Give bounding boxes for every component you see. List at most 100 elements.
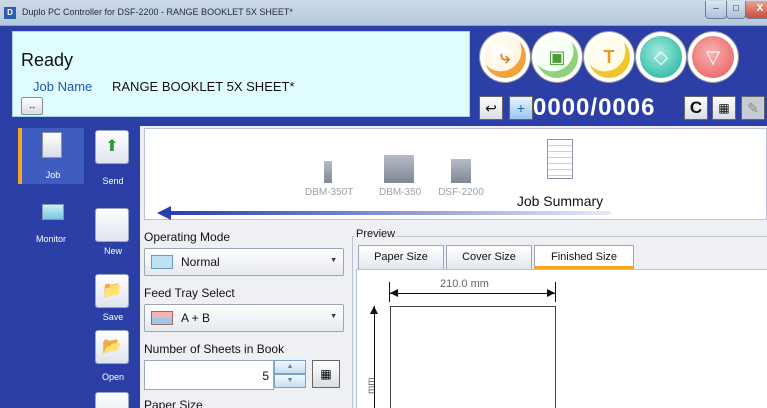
chevron-down-icon: ▼ [330, 313, 337, 320]
status-text: Ready [21, 50, 74, 70]
device-label: DBM-350 [379, 187, 422, 198]
chevron-up-icon: ▲ [286, 363, 294, 370]
job-name-value: RANGE BOOKLET 5X SHEET* [112, 79, 295, 94]
new-label: New [103, 246, 122, 256]
device-chain-panel: DBM-350T DBM-350 DSF-2200 Job Summary [144, 128, 767, 220]
nav-label-monitor: Monitor [35, 234, 66, 244]
feed-tray-value: A + B [181, 311, 211, 325]
dbm-350-device-icon [384, 155, 414, 183]
reset-arrow-button[interactable]: ↔ [21, 97, 43, 115]
operating-mode-select[interactable]: Normal ▼ [144, 248, 344, 276]
operating-mode-value: Normal [181, 255, 220, 269]
sheets-decrease-button[interactable]: ▼ [274, 374, 306, 388]
sheets-in-book-value: 5 [262, 369, 269, 383]
title-bar: D Duplo PC Controller for DSF-2200 - RAN… [0, 0, 767, 26]
device-label: DSF-2200 [438, 187, 484, 198]
sheets-in-book-input[interactable]: 5 [144, 360, 274, 390]
more-tool-button[interactable] [88, 392, 138, 408]
feed-tray-icon [151, 311, 173, 325]
edit-button[interactable]: ✎ [741, 96, 765, 120]
feed-path-icon: ⤷ [499, 47, 511, 67]
clear-button[interactable]: C [684, 96, 708, 120]
width-dimension-label: 210.0 mm [440, 278, 489, 290]
open-label: Open [101, 372, 125, 382]
send-upload-icon: ⬆ [95, 130, 129, 164]
dbm-350t-device-icon [324, 161, 332, 183]
minimize-button[interactable]: – [705, 1, 727, 19]
test-t-label: T [603, 47, 615, 67]
counter-current: 0000 [533, 94, 591, 121]
save-folder-icon: 📁 [95, 274, 129, 308]
dsf-2200-device-icon [451, 159, 471, 183]
dimension-tick [555, 282, 556, 302]
test-sheet-icon: ▣ [548, 47, 566, 67]
chevron-down-icon: ▼ [286, 377, 294, 384]
sheets-increase-button[interactable]: ▲ [274, 360, 306, 374]
operating-mode-label: Operating Mode [144, 230, 231, 244]
preview-title: Preview [354, 228, 398, 240]
device-dbm-350t[interactable]: DBM-350T [305, 155, 354, 198]
more-tool-icon [95, 392, 129, 408]
main-content: DBM-350T DBM-350 DSF-2200 Job Summary Op… [140, 126, 767, 408]
job-document-icon [42, 132, 62, 158]
return-button[interactable]: ↩ [479, 96, 503, 120]
send-button[interactable]: ⬆ Send [88, 130, 138, 186]
counter-separator: / [590, 94, 599, 121]
app-window: D Duplo PC Controller for DSF-2200 - RAN… [0, 0, 767, 408]
flow-arrow-icon [157, 206, 611, 220]
header-bar: Ready Job Name RANGE BOOKLET 5X SHEET* ↔… [0, 26, 767, 126]
width-dimension-line [390, 289, 555, 297]
open-folder-icon: 📂 [95, 330, 129, 364]
keypad-icon: ▦ [320, 367, 332, 381]
normal-mode-icon [151, 255, 173, 269]
feed-tray-select[interactable]: A + B ▼ [144, 304, 344, 332]
monitor-icon [42, 204, 64, 220]
plus-icon: + [516, 100, 526, 116]
test-button[interactable]: T [584, 32, 634, 82]
counter-display: 0000/0006 [533, 94, 655, 122]
chevron-down-icon: ▼ [330, 257, 337, 264]
job-summary-document-icon [547, 139, 573, 179]
save-label: Save [102, 312, 124, 322]
counter-total: 0006 [598, 94, 656, 121]
device-dbm-350[interactable]: DBM-350 [379, 155, 422, 198]
pencil-icon: ✎ [747, 100, 759, 116]
device-label: DBM-350T [305, 187, 354, 198]
tab-cover-size[interactable]: Cover Size [446, 245, 532, 269]
feed-path-button[interactable]: ⤷ [480, 32, 530, 82]
job-name-label: Job Name [33, 79, 93, 94]
open-button[interactable]: 📂 Open [88, 330, 138, 382]
height-dimension-label: mm [366, 377, 377, 394]
app-logo-icon: D [4, 7, 16, 19]
start-icon: ◇ [654, 47, 668, 67]
job-summary-item[interactable]: Job Summary [505, 139, 615, 209]
increment-button[interactable]: + [509, 96, 533, 120]
job-summary-label: Job Summary [516, 193, 604, 209]
sheets-keypad-button[interactable]: ▦ [312, 360, 340, 388]
send-label: Send [102, 176, 124, 186]
test-sheet-button[interactable]: ▣ [532, 32, 582, 82]
paper-preview [390, 306, 556, 408]
nav-item-monitor[interactable]: Monitor [18, 198, 84, 248]
device-dsf-2200[interactable]: DSF-2200 [437, 155, 485, 198]
keypad-button[interactable]: ▦ [712, 96, 736, 120]
save-button[interactable]: 📁 Save [88, 274, 138, 322]
nav-item-job[interactable]: Job [18, 128, 84, 184]
tab-paper-size[interactable]: Paper Size [358, 245, 444, 269]
sheets-in-book-label: Number of Sheets in Book [144, 342, 285, 356]
keypad-icon: ▦ [718, 101, 730, 115]
stop-button[interactable]: ▽ [688, 32, 738, 82]
new-button[interactable]: New [88, 208, 138, 256]
tab-finished-size[interactable]: Finished Size [534, 245, 634, 269]
feed-tray-label: Feed Tray Select [144, 286, 235, 300]
new-document-icon [95, 208, 129, 242]
paper-size-label: Paper Size [144, 398, 203, 408]
status-panel: Ready Job Name RANGE BOOKLET 5X SHEET* ↔ [12, 31, 470, 117]
left-navigation: Job Monitor ⬆ Send New 📁 Save 📂 Open [0, 126, 140, 408]
return-arrow-icon: ↩ [485, 100, 497, 116]
maximize-button[interactable]: □ [726, 1, 746, 19]
window-title: Duplo PC Controller for DSF-2200 - RANGE… [22, 7, 293, 17]
stop-icon: ▽ [706, 47, 720, 67]
start-button[interactable]: ◇ [636, 32, 686, 82]
close-button[interactable]: X [745, 1, 767, 19]
